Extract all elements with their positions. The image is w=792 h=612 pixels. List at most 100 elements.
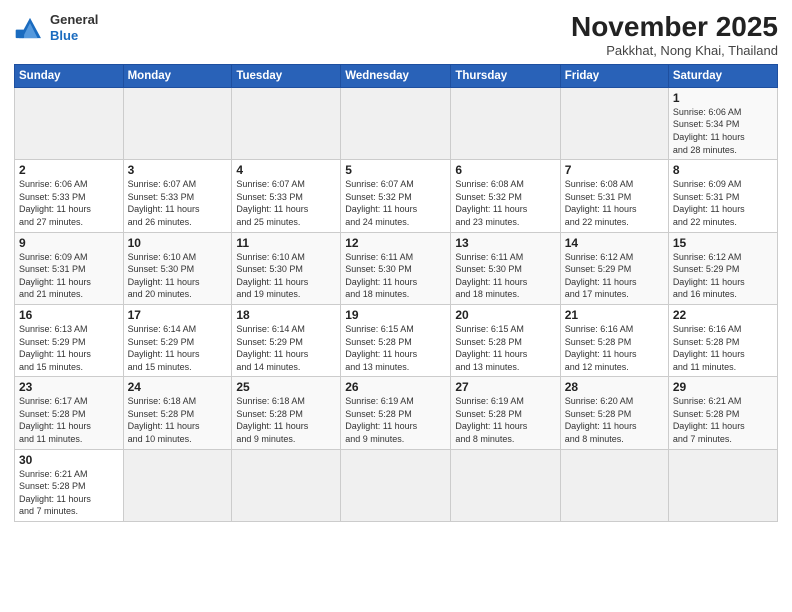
day-info: Sunrise: 6:07 AM Sunset: 5:33 PM Dayligh… <box>128 178 228 228</box>
day-cell: 13Sunrise: 6:11 AM Sunset: 5:30 PM Dayli… <box>451 232 560 304</box>
day-cell: 2Sunrise: 6:06 AM Sunset: 5:33 PM Daylig… <box>15 160 124 232</box>
day-cell: 28Sunrise: 6:20 AM Sunset: 5:28 PM Dayli… <box>560 377 668 449</box>
day-number: 5 <box>345 163 446 177</box>
week-row-6: 30Sunrise: 6:21 AM Sunset: 5:28 PM Dayli… <box>15 449 778 521</box>
day-cell: 25Sunrise: 6:18 AM Sunset: 5:28 PM Dayli… <box>232 377 341 449</box>
day-cell: 1Sunrise: 6:06 AM Sunset: 5:34 PM Daylig… <box>668 87 777 159</box>
weekday-thursday: Thursday <box>451 64 560 87</box>
day-number: 21 <box>565 308 664 322</box>
day-info: Sunrise: 6:11 AM Sunset: 5:30 PM Dayligh… <box>455 251 555 301</box>
day-cell: 24Sunrise: 6:18 AM Sunset: 5:28 PM Dayli… <box>123 377 232 449</box>
day-info: Sunrise: 6:07 AM Sunset: 5:33 PM Dayligh… <box>236 178 336 228</box>
day-cell <box>560 87 668 159</box>
day-cell: 9Sunrise: 6:09 AM Sunset: 5:31 PM Daylig… <box>15 232 124 304</box>
day-info: Sunrise: 6:10 AM Sunset: 5:30 PM Dayligh… <box>236 251 336 301</box>
day-cell: 3Sunrise: 6:07 AM Sunset: 5:33 PM Daylig… <box>123 160 232 232</box>
weekday-header-row: SundayMondayTuesdayWednesdayThursdayFrid… <box>15 64 778 87</box>
weekday-monday: Monday <box>123 64 232 87</box>
day-info: Sunrise: 6:18 AM Sunset: 5:28 PM Dayligh… <box>128 395 228 445</box>
day-number: 28 <box>565 380 664 394</box>
day-number: 24 <box>128 380 228 394</box>
day-info: Sunrise: 6:15 AM Sunset: 5:28 PM Dayligh… <box>455 323 555 373</box>
day-info: Sunrise: 6:14 AM Sunset: 5:29 PM Dayligh… <box>236 323 336 373</box>
day-number: 22 <box>673 308 773 322</box>
day-cell <box>341 449 451 521</box>
day-cell: 4Sunrise: 6:07 AM Sunset: 5:33 PM Daylig… <box>232 160 341 232</box>
day-number: 19 <box>345 308 446 322</box>
day-cell: 30Sunrise: 6:21 AM Sunset: 5:28 PM Dayli… <box>15 449 124 521</box>
week-row-2: 2Sunrise: 6:06 AM Sunset: 5:33 PM Daylig… <box>15 160 778 232</box>
day-cell <box>232 87 341 159</box>
day-info: Sunrise: 6:06 AM Sunset: 5:34 PM Dayligh… <box>673 106 773 156</box>
page: General Blue November 2025 Pakkhat, Nong… <box>0 0 792 612</box>
logo: General Blue <box>14 12 98 43</box>
day-cell: 15Sunrise: 6:12 AM Sunset: 5:29 PM Dayli… <box>668 232 777 304</box>
day-cell: 23Sunrise: 6:17 AM Sunset: 5:28 PM Dayli… <box>15 377 124 449</box>
day-info: Sunrise: 6:08 AM Sunset: 5:32 PM Dayligh… <box>455 178 555 228</box>
day-cell: 27Sunrise: 6:19 AM Sunset: 5:28 PM Dayli… <box>451 377 560 449</box>
day-info: Sunrise: 6:20 AM Sunset: 5:28 PM Dayligh… <box>565 395 664 445</box>
month-title: November 2025 <box>571 12 778 43</box>
day-info: Sunrise: 6:10 AM Sunset: 5:30 PM Dayligh… <box>128 251 228 301</box>
day-info: Sunrise: 6:09 AM Sunset: 5:31 PM Dayligh… <box>673 178 773 228</box>
day-number: 15 <box>673 236 773 250</box>
day-number: 4 <box>236 163 336 177</box>
day-cell: 8Sunrise: 6:09 AM Sunset: 5:31 PM Daylig… <box>668 160 777 232</box>
day-cell <box>668 449 777 521</box>
day-cell: 16Sunrise: 6:13 AM Sunset: 5:29 PM Dayli… <box>15 304 124 376</box>
day-number: 17 <box>128 308 228 322</box>
day-cell: 18Sunrise: 6:14 AM Sunset: 5:29 PM Dayli… <box>232 304 341 376</box>
day-number: 20 <box>455 308 555 322</box>
day-info: Sunrise: 6:18 AM Sunset: 5:28 PM Dayligh… <box>236 395 336 445</box>
day-cell: 6Sunrise: 6:08 AM Sunset: 5:32 PM Daylig… <box>451 160 560 232</box>
day-cell: 22Sunrise: 6:16 AM Sunset: 5:28 PM Dayli… <box>668 304 777 376</box>
day-number: 7 <box>565 163 664 177</box>
day-info: Sunrise: 6:16 AM Sunset: 5:28 PM Dayligh… <box>673 323 773 373</box>
day-number: 3 <box>128 163 228 177</box>
day-cell: 12Sunrise: 6:11 AM Sunset: 5:30 PM Dayli… <box>341 232 451 304</box>
day-cell <box>341 87 451 159</box>
day-cell: 10Sunrise: 6:10 AM Sunset: 5:30 PM Dayli… <box>123 232 232 304</box>
day-info: Sunrise: 6:16 AM Sunset: 5:28 PM Dayligh… <box>565 323 664 373</box>
day-info: Sunrise: 6:12 AM Sunset: 5:29 PM Dayligh… <box>673 251 773 301</box>
day-cell <box>451 449 560 521</box>
day-number: 10 <box>128 236 228 250</box>
weekday-friday: Friday <box>560 64 668 87</box>
day-info: Sunrise: 6:13 AM Sunset: 5:29 PM Dayligh… <box>19 323 119 373</box>
calendar: SundayMondayTuesdayWednesdayThursdayFrid… <box>14 64 778 522</box>
day-number: 12 <box>345 236 446 250</box>
day-info: Sunrise: 6:09 AM Sunset: 5:31 PM Dayligh… <box>19 251 119 301</box>
day-number: 25 <box>236 380 336 394</box>
day-number: 13 <box>455 236 555 250</box>
day-info: Sunrise: 6:12 AM Sunset: 5:29 PM Dayligh… <box>565 251 664 301</box>
day-number: 18 <box>236 308 336 322</box>
header: General Blue November 2025 Pakkhat, Nong… <box>14 12 778 58</box>
day-info: Sunrise: 6:11 AM Sunset: 5:30 PM Dayligh… <box>345 251 446 301</box>
day-info: Sunrise: 6:06 AM Sunset: 5:33 PM Dayligh… <box>19 178 119 228</box>
title-block: November 2025 Pakkhat, Nong Khai, Thaila… <box>571 12 778 58</box>
day-cell: 26Sunrise: 6:19 AM Sunset: 5:28 PM Dayli… <box>341 377 451 449</box>
day-cell: 21Sunrise: 6:16 AM Sunset: 5:28 PM Dayli… <box>560 304 668 376</box>
day-cell <box>123 449 232 521</box>
day-cell: 7Sunrise: 6:08 AM Sunset: 5:31 PM Daylig… <box>560 160 668 232</box>
day-number: 23 <box>19 380 119 394</box>
logo-text: General Blue <box>50 12 98 43</box>
weekday-wednesday: Wednesday <box>341 64 451 87</box>
logo-general: General <box>50 12 98 27</box>
day-cell <box>15 87 124 159</box>
day-info: Sunrise: 6:19 AM Sunset: 5:28 PM Dayligh… <box>455 395 555 445</box>
day-number: 11 <box>236 236 336 250</box>
logo-icon <box>14 14 46 42</box>
day-info: Sunrise: 6:14 AM Sunset: 5:29 PM Dayligh… <box>128 323 228 373</box>
day-number: 6 <box>455 163 555 177</box>
weekday-tuesday: Tuesday <box>232 64 341 87</box>
day-number: 8 <box>673 163 773 177</box>
week-row-5: 23Sunrise: 6:17 AM Sunset: 5:28 PM Dayli… <box>15 377 778 449</box>
day-info: Sunrise: 6:07 AM Sunset: 5:32 PM Dayligh… <box>345 178 446 228</box>
day-number: 26 <box>345 380 446 394</box>
day-number: 30 <box>19 453 119 467</box>
week-row-1: 1Sunrise: 6:06 AM Sunset: 5:34 PM Daylig… <box>15 87 778 159</box>
day-cell: 29Sunrise: 6:21 AM Sunset: 5:28 PM Dayli… <box>668 377 777 449</box>
subtitle: Pakkhat, Nong Khai, Thailand <box>571 43 778 58</box>
day-cell: 14Sunrise: 6:12 AM Sunset: 5:29 PM Dayli… <box>560 232 668 304</box>
